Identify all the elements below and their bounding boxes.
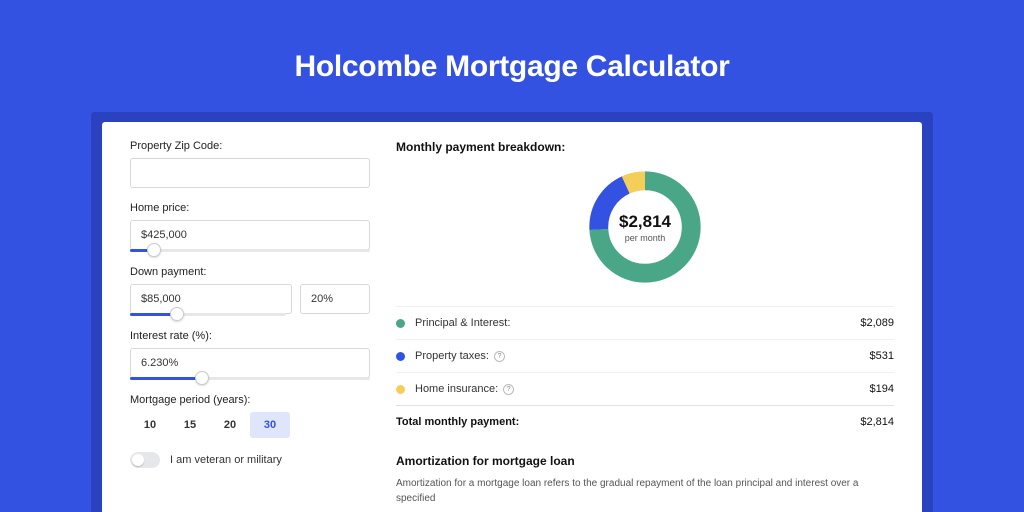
period-btn-10[interactable]: 10 [130,412,170,438]
legend-label: Property taxes:? [415,350,870,362]
total-label: Total monthly payment: [396,416,860,428]
legend-row: Property taxes:?$531 [396,340,894,373]
legend-value: $2,089 [860,317,894,329]
veteran-label: I am veteran or military [170,454,282,466]
veteran-toggle-knob [132,454,144,466]
info-icon[interactable]: ? [503,384,514,395]
price-slider[interactable] [130,249,370,252]
legend-dot [396,352,405,361]
amort-text: Amortization for a mortgage loan refers … [396,476,894,506]
form-column: Property Zip Code: Home price: Down paym… [130,140,370,512]
legend-row: Principal & Interest: $2,089 [396,307,894,340]
total-value: $2,814 [860,416,894,428]
legend-row: Home insurance:?$194 [396,373,894,406]
period-btn-30[interactable]: 30 [250,412,290,438]
legend-label: Principal & Interest: [415,317,860,329]
veteran-toggle[interactable] [130,452,160,468]
zip-field: Property Zip Code: [130,140,370,188]
legend-label-text: Home insurance: [415,383,498,395]
period-options: 10152030 [130,412,370,438]
period-btn-20[interactable]: 20 [210,412,250,438]
breakdown-column: Monthly payment breakdown: $2,814 per mo… [396,140,894,512]
donut-sub: per month [625,233,666,243]
down-label: Down payment: [130,266,370,278]
legend-value: $531 [870,350,894,362]
rate-field: Interest rate (%): [130,330,370,380]
zip-input[interactable] [130,158,370,188]
legend-value: $194 [870,383,894,395]
donut-amount: $2,814 [619,212,671,232]
rate-slider-fill [130,377,202,380]
breakdown-title: Monthly payment breakdown: [396,140,894,154]
down-slider[interactable] [130,313,286,316]
price-input[interactable] [130,220,370,250]
price-label: Home price: [130,202,370,214]
legend-label-text: Property taxes: [415,350,489,362]
panel-shadow: Property Zip Code: Home price: Down paym… [91,112,933,512]
price-slider-thumb[interactable] [147,243,161,257]
down-field: Down payment: [130,266,370,316]
down-amount-input[interactable] [130,284,292,314]
rate-input[interactable] [130,348,370,378]
page-title: Holcombe Mortgage Calculator [0,0,1024,112]
donut-wrap: $2,814 per month [396,166,894,288]
rate-slider[interactable] [130,377,370,380]
calculator-panel: Property Zip Code: Home price: Down paym… [102,122,922,512]
legend-dot [396,319,405,328]
legend-label: Home insurance:? [415,383,870,395]
down-slider-thumb[interactable] [170,307,184,321]
rate-slider-thumb[interactable] [195,371,209,385]
donut-chart: $2,814 per month [584,166,706,288]
period-btn-15[interactable]: 15 [170,412,210,438]
legend-label-text: Principal & Interest: [415,317,510,329]
legend: Principal & Interest: $2,089 Property taxe… [396,306,894,406]
info-icon[interactable]: ? [494,351,505,362]
veteran-row: I am veteran or military [130,452,370,468]
amort-title: Amortization for mortgage loan [396,454,894,468]
rate-label: Interest rate (%): [130,330,370,342]
down-pct-input[interactable] [300,284,370,314]
zip-label: Property Zip Code: [130,140,370,152]
legend-dot [396,385,405,394]
donut-center: $2,814 per month [584,166,706,288]
period-field: Mortgage period (years): 10152030 [130,394,370,438]
period-label: Mortgage period (years): [130,394,370,406]
total-row: Total monthly payment: $2,814 [396,406,894,442]
price-field: Home price: [130,202,370,252]
